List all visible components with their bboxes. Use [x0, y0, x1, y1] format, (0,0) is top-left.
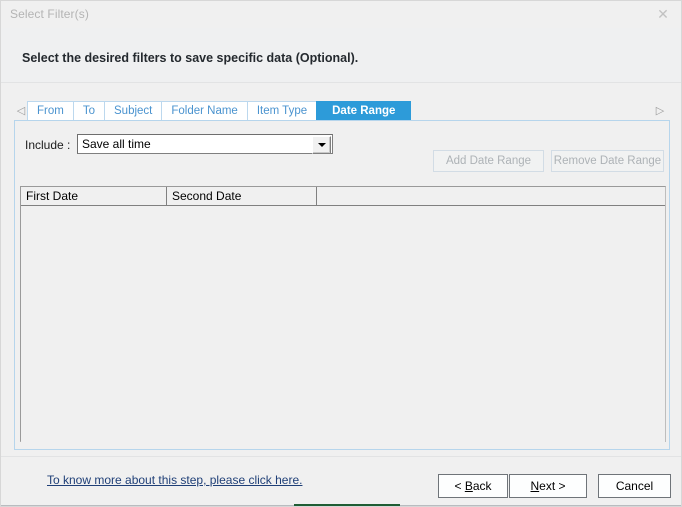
grid-column-second-date[interactable]: Second Date	[167, 187, 317, 205]
chevron-down-icon[interactable]	[312, 136, 331, 154]
window-title: Select Filter(s)	[10, 7, 89, 21]
help-link[interactable]: To know more about this step, please cli…	[47, 473, 302, 487]
next-button-label: Next >	[530, 479, 566, 493]
grid-column-first-date[interactable]: First Date	[21, 187, 167, 205]
back-button-label: < Back	[454, 479, 492, 493]
include-dropdown[interactable]: Save all time	[77, 134, 333, 154]
next-button[interactable]: Next >	[509, 474, 587, 498]
footer-divider	[1, 456, 681, 457]
remove-date-range-button[interactable]: Remove Date Range	[551, 150, 664, 172]
tab-scroll-left-icon[interactable]: ◁	[15, 104, 27, 118]
select-filters-dialog: Select Filter(s) ✕ Select the desired fi…	[0, 0, 682, 507]
tab-item-type[interactable]: Item Type	[246, 101, 317, 121]
page-title: Select the desired filters to save speci…	[22, 51, 359, 65]
add-date-range-button[interactable]: Add Date Range	[433, 150, 544, 172]
include-dropdown-value: Save all time	[82, 137, 151, 151]
grid-column-filler[interactable]	[317, 187, 665, 205]
tab-folder-name[interactable]: Folder Name	[161, 101, 247, 121]
cancel-button[interactable]: Cancel	[598, 474, 671, 498]
back-button[interactable]: < Back	[438, 474, 508, 498]
tab-list: From To Subject Folder Name Item Type Da…	[27, 101, 412, 121]
close-icon[interactable]: ✕	[647, 3, 679, 25]
tab-subject[interactable]: Subject	[104, 101, 162, 121]
tab-from[interactable]: From	[27, 101, 73, 121]
grid-header-row: First Date Second Date	[21, 187, 665, 206]
title-bar: Select Filter(s) ✕	[1, 1, 681, 29]
date-range-panel: Include : Save all time Add Date Range R…	[14, 120, 670, 450]
bottom-accent-bar	[294, 504, 400, 506]
include-label: Include :	[25, 138, 71, 152]
tab-scroll-right-icon[interactable]: ▷	[654, 104, 666, 118]
date-range-grid: First Date Second Date	[20, 186, 666, 442]
tab-to[interactable]: To	[72, 101, 104, 121]
tab-date-range[interactable]: Date Range	[316, 101, 412, 121]
tab-strip: ◁ ▷ From To Subject Folder Name Item Typ…	[14, 101, 669, 121]
grid-body-empty	[21, 206, 665, 442]
chevron-down-glyph	[317, 143, 326, 147]
